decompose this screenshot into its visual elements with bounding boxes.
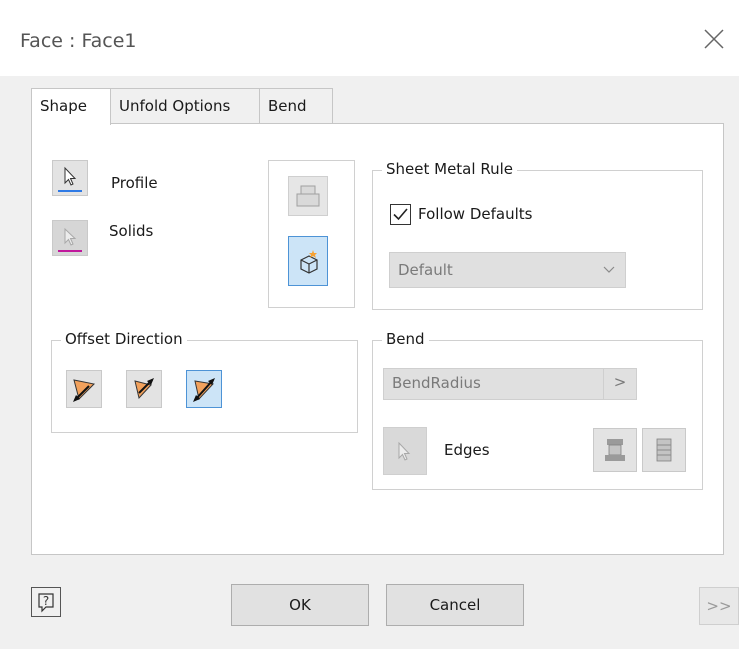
edges-label: Edges — [444, 441, 490, 459]
cancel-button[interactable]: Cancel — [386, 584, 524, 626]
bend-radius-value: BendRadius — [392, 374, 481, 392]
more-button[interactable]: >> — [699, 587, 739, 625]
follow-defaults-checkbox[interactable] — [390, 204, 411, 225]
sheet-metal-rule-select[interactable]: Default — [389, 252, 626, 288]
close-icon[interactable] — [702, 27, 726, 51]
tab-bend[interactable]: Bend — [259, 88, 333, 124]
offset-side-1-button[interactable] — [66, 370, 102, 408]
follow-defaults-label: Follow Defaults — [418, 205, 533, 223]
sheet-metal-rule-group — [372, 170, 703, 310]
offset-direction-2-icon — [134, 378, 154, 400]
offset-direction-legend: Offset Direction — [61, 330, 187, 348]
checkmark-icon — [393, 208, 408, 221]
profile-select-button[interactable] — [52, 160, 88, 196]
offset-symmetric-icon — [193, 378, 215, 402]
bend-extent-icon — [656, 438, 672, 462]
tab-shape-label: Shape — [40, 97, 87, 115]
bend-extent-icon — [605, 439, 625, 461]
tab-unfold-options[interactable]: Unfold Options — [110, 88, 260, 124]
chevron-down-icon — [603, 266, 615, 273]
sheet-metal-rule-value: Default — [398, 261, 453, 279]
solid-body-icon — [296, 185, 320, 207]
help-button[interactable]: ? — [31, 587, 61, 617]
offset-symmetric-button[interactable] — [186, 370, 222, 408]
cursor-arrow-icon — [398, 441, 411, 461]
offset-direction-1-icon — [73, 379, 96, 402]
bend-radius-more-button[interactable]: > — [603, 368, 637, 400]
svg-text:?: ? — [43, 594, 49, 608]
help-icon: ? — [38, 593, 54, 613]
cursor-arrow-icon — [58, 227, 82, 252]
surface-output-button[interactable] — [288, 236, 328, 286]
edges-select-button[interactable] — [383, 427, 427, 475]
cursor-arrow-icon — [58, 166, 82, 192]
cancel-label: Cancel — [429, 596, 481, 614]
bend-extent-width-button[interactable] — [593, 428, 637, 472]
offset-side-2-button[interactable] — [126, 370, 162, 408]
bend-extent-edge-button[interactable] — [642, 428, 686, 472]
tab-unfold-options-label: Unfold Options — [119, 97, 231, 115]
more-label: >> — [706, 597, 732, 615]
ok-button[interactable]: OK — [231, 584, 369, 626]
window-title: Face : Face1 — [20, 30, 137, 52]
profile-label: Profile — [111, 174, 158, 192]
tab-bend-label: Bend — [268, 97, 307, 115]
bend-radius-more-label: > — [613, 373, 627, 391]
bend-legend: Bend — [382, 330, 429, 348]
sheet-metal-rule-legend: Sheet Metal Rule — [382, 160, 517, 178]
surface-body-icon — [300, 250, 318, 274]
solids-label: Solids — [109, 222, 154, 240]
solids-select-button[interactable] — [52, 220, 88, 256]
tab-shape[interactable]: Shape — [31, 88, 111, 125]
ok-label: OK — [289, 596, 311, 614]
bend-radius-field[interactable]: BendRadius — [383, 368, 605, 400]
solid-output-button[interactable] — [288, 176, 328, 216]
